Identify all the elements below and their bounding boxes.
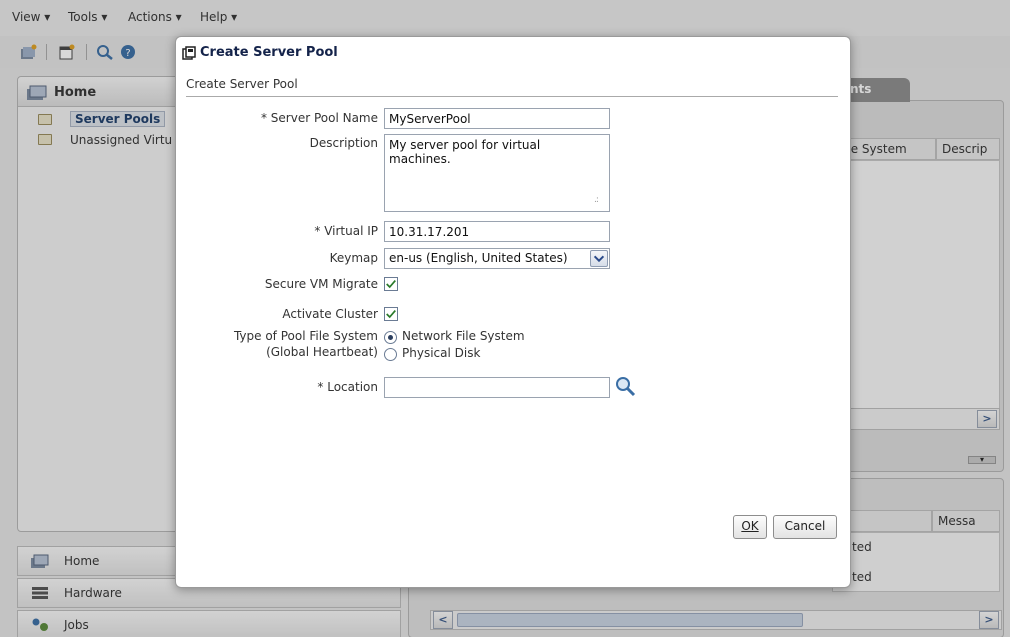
chevron-down-icon[interactable] [590, 250, 608, 267]
field-label-text: Virtual IP [324, 224, 378, 238]
global-heartbeat-label: (Global Heartbeat) [266, 345, 378, 359]
field-label-text: Location [327, 380, 378, 394]
secure-vm-migrate-checkbox[interactable] [384, 277, 398, 291]
server-pool-name-input[interactable] [384, 108, 610, 129]
server-pool-name-label: * Server Pool Name [261, 111, 378, 125]
resize-grip-icon[interactable]: .: [594, 195, 599, 205]
cancel-button[interactable]: Cancel [773, 515, 837, 539]
divider [186, 96, 838, 97]
cancel-button-label: Cancel [784, 519, 826, 533]
keymap-label: Keymap [329, 251, 378, 265]
activate-cluster-checkbox[interactable] [384, 307, 398, 321]
radio-physical-disk[interactable] [384, 348, 397, 361]
required-marker: * [317, 380, 324, 394]
required-marker: * [314, 224, 321, 238]
radio-label: Physical Disk [402, 346, 481, 360]
description-textarea[interactable]: My server pool for virtual machines. [384, 134, 610, 212]
search-icon[interactable] [614, 375, 636, 397]
secure-vm-migrate-label: Secure VM Migrate [264, 277, 378, 291]
location-input[interactable] [384, 377, 610, 398]
check-icon [386, 310, 396, 319]
location-label: * Location [317, 380, 378, 394]
dialog-title: Create Server Pool [200, 45, 338, 60]
dialog-subtitle: Create Server Pool [186, 77, 298, 91]
field-label-text: Server Pool Name [270, 111, 378, 125]
create-server-pool-dialog: Create Server Pool Create Server Pool * … [175, 36, 851, 588]
virtual-ip-input[interactable] [384, 221, 610, 242]
ok-button-label: OK [741, 519, 759, 533]
keymap-select[interactable]: en-us (English, United States) [384, 248, 610, 269]
required-marker: * [260, 111, 267, 125]
description-label: Description [309, 136, 378, 150]
pool-fs-type-label: Type of Pool File System [233, 329, 378, 343]
activate-cluster-label: Activate Cluster [282, 307, 378, 321]
radio-network-file-system[interactable] [384, 331, 397, 344]
check-icon [386, 280, 396, 289]
ok-button[interactable]: OK [733, 515, 767, 539]
keymap-selected-value: en-us (English, United States) [389, 251, 568, 265]
server-pool-icon [182, 46, 196, 60]
virtual-ip-label: * Virtual IP [314, 224, 378, 238]
radio-label: Network File System [402, 329, 525, 343]
